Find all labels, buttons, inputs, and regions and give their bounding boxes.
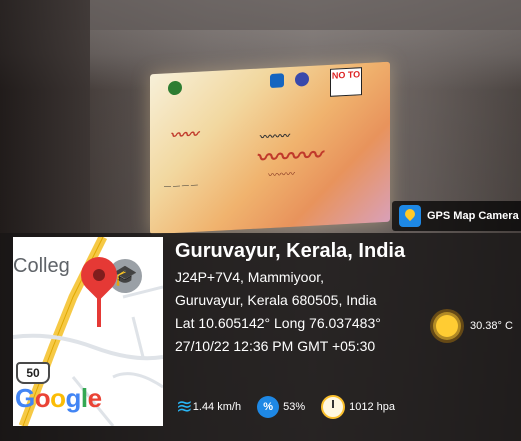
- weather: 30.38° C: [436, 315, 513, 337]
- location-info: Guruvayur, Kerala, India J24P+7V4, Mammi…: [175, 240, 405, 361]
- sun-icon: [436, 315, 458, 337]
- pressure-gauge-icon: [321, 395, 346, 419]
- wind-value: 1.44 km/h: [192, 401, 242, 413]
- projector-screen: NO TO 〰〰 〰〰〰 〰〰〰 — — — — 〰〰〰: [150, 61, 390, 235]
- nss-logo: [270, 73, 284, 88]
- pressure-value: 1012 hpa: [349, 401, 395, 413]
- app-name: GPS Map Camera: [427, 210, 519, 222]
- address-line-1: J24P+7V4, Mammiyoor,: [175, 269, 325, 285]
- gps-app-badge: GPS Map Camera: [392, 201, 521, 231]
- gps-camera-icon: [399, 205, 421, 227]
- humidity-value: 53%: [283, 401, 306, 413]
- temperature: 30.38° C: [470, 320, 513, 332]
- pressure-metric: 1012 hpa: [321, 395, 395, 419]
- map-thumbnail: Colleg 🎓 50 Google: [13, 237, 163, 426]
- wind-metric: ≋ 1.44 km/h: [176, 397, 241, 417]
- humidity-icon: %: [257, 396, 280, 418]
- no-to-logo: NO TO: [330, 67, 362, 97]
- coordinates: Lat 10.605142° Long 76.037483°: [175, 315, 381, 331]
- screen-title-left: 〰〰: [170, 125, 198, 144]
- screen-footer: 〰〰〰: [268, 168, 296, 181]
- address-line-2: Guruvayur, Kerala 680505, India: [175, 292, 377, 308]
- wind-icon: ≋: [176, 396, 193, 418]
- google-logo: Google: [15, 383, 102, 413]
- round-logo: [295, 71, 309, 87]
- screen-date: — — — —: [164, 181, 198, 191]
- location-title: Guruvayur, Kerala, India: [175, 240, 406, 262]
- road-shield: 50: [16, 362, 50, 384]
- map-place-label: Colleg: [13, 255, 70, 277]
- map-pin-tail: [97, 297, 101, 327]
- weather-metrics: ≋ 1.44 km/h % 53% 1012 hpa: [176, 395, 411, 419]
- datetime: 27/10/22 12:36 PM GMT +05:30: [175, 338, 376, 354]
- emblem-logo: [168, 80, 182, 96]
- humidity-metric: % 53%: [257, 396, 305, 418]
